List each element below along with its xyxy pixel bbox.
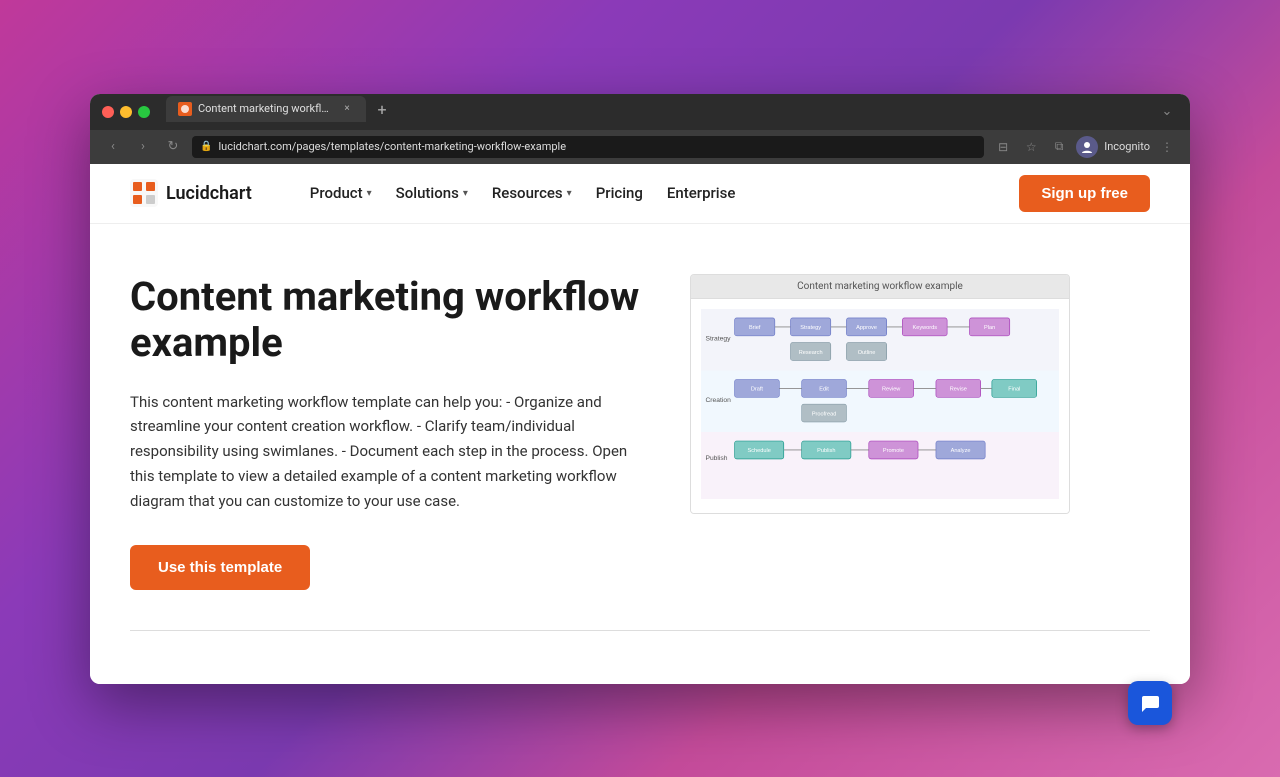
forward-button[interactable]: › <box>132 136 154 158</box>
nav-item-enterprise[interactable]: Enterprise <box>657 178 745 208</box>
use-template-button[interactable]: Use this template <box>130 545 310 590</box>
logo-text: Lucidchart <box>166 183 252 204</box>
refresh-button[interactable]: ↻ <box>162 136 184 158</box>
browser-window: Content marketing workflow e... × + ⌄ ‹ … <box>90 94 1190 684</box>
incognito-label: Incognito <box>1104 140 1150 153</box>
nav-enterprise-label: Enterprise <box>667 184 735 202</box>
page-title: Content marketing workflow example <box>130 274 650 366</box>
svg-text:Draft: Draft <box>751 386 764 392</box>
footer-divider <box>130 630 1150 631</box>
chat-icon <box>1139 692 1161 714</box>
maximize-button[interactable] <box>138 106 150 118</box>
svg-text:Keywords: Keywords <box>913 325 938 331</box>
svg-text:Review: Review <box>882 386 901 392</box>
svg-text:Revise: Revise <box>950 386 967 392</box>
product-chevron-icon: ▾ <box>367 188 372 199</box>
svg-text:Creation: Creation <box>705 396 731 403</box>
tab-close-icon[interactable]: × <box>340 102 354 116</box>
svg-text:Brief: Brief <box>749 325 761 331</box>
profile-button[interactable] <box>1076 136 1098 158</box>
right-column: Content marketing workflow example Strat… <box>690 274 1070 514</box>
svg-text:Strategy: Strategy <box>800 325 821 331</box>
nav-item-solutions[interactable]: Solutions ▾ <box>386 178 478 208</box>
svg-text:Outline: Outline <box>858 349 876 355</box>
page-content: Lucidchart Product ▾ Solutions ▾ Resourc… <box>90 164 1190 684</box>
diagram-preview[interactable]: Content marketing workflow example Strat… <box>690 274 1070 514</box>
svg-text:Plan: Plan <box>984 325 995 331</box>
collapse-button[interactable]: ⌄ <box>1156 101 1178 123</box>
nav-items: Product ▾ Solutions ▾ Resources ▾ Pricin… <box>300 178 746 208</box>
svg-text:Research: Research <box>799 349 823 355</box>
diagram-body: Strategy Creation Publish Brief Strategy… <box>691 299 1069 513</box>
menu-icon[interactable]: ⋮ <box>1156 136 1178 158</box>
back-button[interactable]: ‹ <box>102 136 124 158</box>
browser-tabs: Content marketing workflow e... × + <box>166 102 1148 122</box>
svg-text:Publish: Publish <box>817 448 835 454</box>
svg-text:Proofread: Proofread <box>812 411 837 417</box>
chat-button[interactable] <box>1128 681 1172 725</box>
cast-icon[interactable]: ⊟ <box>992 136 1014 158</box>
svg-text:Schedule: Schedule <box>748 448 771 454</box>
tab-favicon <box>178 102 192 116</box>
svg-text:Final: Final <box>1008 386 1020 392</box>
nav-solutions-label: Solutions <box>396 184 459 202</box>
new-tab-button[interactable]: + <box>370 98 394 122</box>
address-text: lucidchart.com/pages/templates/content-m… <box>218 140 566 153</box>
toolbar-actions: ⊟ ☆ ⧉ Incognito ⋮ <box>992 136 1178 158</box>
traffic-lights <box>102 106 150 118</box>
left-column: Content marketing workflow example This … <box>130 274 650 591</box>
nav-item-pricing[interactable]: Pricing <box>586 178 653 208</box>
solutions-chevron-icon: ▾ <box>463 188 468 199</box>
svg-text:Edit: Edit <box>819 386 829 392</box>
window-icon[interactable]: ⧉ <box>1048 136 1070 158</box>
browser-titlebar: Content marketing workflow e... × + ⌄ <box>90 94 1190 130</box>
diagram-title-bar: Content marketing workflow example <box>691 275 1069 299</box>
browser-tab[interactable]: Content marketing workflow e... × <box>166 96 366 122</box>
signup-button[interactable]: Sign up free <box>1019 175 1150 212</box>
lock-icon: 🔒 <box>200 141 212 152</box>
svg-text:Publish: Publish <box>705 455 727 462</box>
lucidchart-logo-icon <box>130 179 158 207</box>
resources-chevron-icon: ▾ <box>567 188 572 199</box>
browser-chrome: Content marketing workflow e... × + ⌄ ‹ … <box>90 94 1190 164</box>
svg-text:Approve: Approve <box>856 325 877 331</box>
bookmark-icon[interactable]: ☆ <box>1020 136 1042 158</box>
main-content: Content marketing workflow example This … <box>90 224 1190 631</box>
workflow-diagram: Strategy Creation Publish Brief Strategy… <box>701 309 1059 499</box>
nav-product-label: Product <box>310 184 363 202</box>
svg-text:Strategy: Strategy <box>705 335 731 342</box>
browser-toolbar: ‹ › ↻ 🔒 lucidchart.com/pages/templates/c… <box>90 130 1190 164</box>
address-bar[interactable]: 🔒 lucidchart.com/pages/templates/content… <box>192 136 984 158</box>
tab-title: Content marketing workflow e... <box>198 102 334 115</box>
nav-resources-label: Resources <box>492 184 563 202</box>
site-nav: Lucidchart Product ▾ Solutions ▾ Resourc… <box>90 164 1190 224</box>
nav-item-product[interactable]: Product ▾ <box>300 178 382 208</box>
minimize-button[interactable] <box>120 106 132 118</box>
close-button[interactable] <box>102 106 114 118</box>
logo[interactable]: Lucidchart <box>130 179 252 207</box>
svg-text:Analyze: Analyze <box>951 448 971 454</box>
nav-pricing-label: Pricing <box>596 184 643 202</box>
page-description: This content marketing workflow template… <box>130 390 650 514</box>
nav-item-resources[interactable]: Resources ▾ <box>482 178 582 208</box>
svg-text:Promote: Promote <box>883 448 904 454</box>
